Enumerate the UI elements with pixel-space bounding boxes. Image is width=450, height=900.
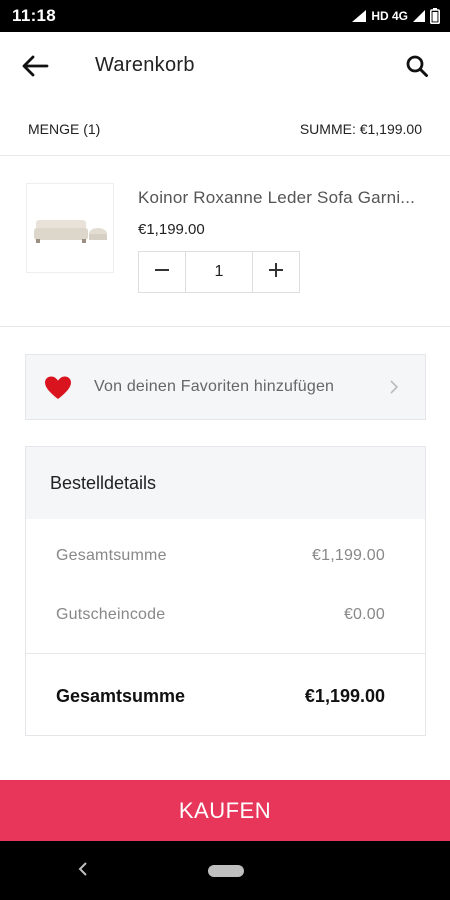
product-image[interactable] [26,183,114,273]
favorites-label: Von deinen Favoriten hinzufügen [94,378,335,395]
heart-icon [44,376,72,405]
nav-back-icon[interactable] [76,858,90,885]
cart-item: Koinor Roxanne Leder Sofa Garni... €1,19… [0,157,450,327]
status-icons: HD 4G [351,8,440,24]
page-title: Warenkorb [95,54,195,76]
quantity-value[interactable]: 1 [185,252,253,292]
search-icon [405,54,429,83]
battery-icon [430,8,440,24]
status-time: 11:18 [12,6,57,25]
coupon-value: €0.00 [343,606,385,623]
add-from-favorites-button[interactable]: Von deinen Favoriten hinzufügen [25,354,426,420]
status-bar: 11:18 HD 4G [0,0,450,32]
grand-total-value: €1,199.00 [304,686,385,706]
arrow-left-icon [21,54,49,83]
grand-total-line: Gesamtsumme €1,199.00 [56,686,385,707]
plus-icon [267,261,285,284]
quantity-stepper: 1 [138,251,300,293]
coupon-line: Gutscheincode €0.00 [56,606,385,624]
quantity-label: MENGE (1) [28,120,101,137]
system-nav-bar [0,841,450,900]
product-price: €1,199.00 [138,221,205,238]
network-indicator: HD 4G [371,9,408,23]
search-button[interactable] [400,51,434,85]
cart-summary: MENGE (1) SUMME: €1,199.00 [0,102,450,156]
grand-total-label: Gesamtsumme [56,686,186,706]
app-bar: Warenkorb [0,32,450,102]
chevron-right-icon [389,379,399,400]
divider [26,653,425,654]
coupon-label: Gutscheincode [56,606,166,623]
order-details-card: Bestelldetails Gesamtsumme €1,199.00 Gut… [25,446,426,736]
subtotal-line: Gesamtsumme €1,199.00 [56,547,385,565]
product-name[interactable]: Koinor Roxanne Leder Sofa Garni... [138,188,428,208]
nav-home-button[interactable] [208,865,244,877]
back-button[interactable] [18,51,52,85]
signal-icon [351,9,367,23]
minus-icon [153,261,171,284]
cell-signal-icon [412,9,426,23]
decrease-quantity-button[interactable] [139,252,185,292]
increase-quantity-button[interactable] [253,252,299,292]
order-details-title: Bestelldetails [26,447,425,519]
subtotal-label: Gesamtsumme [56,547,167,564]
total-label: SUMME: €1,199.00 [299,120,422,137]
subtotal-value: €1,199.00 [312,547,385,564]
buy-button[interactable]: KAUFEN [0,780,450,841]
